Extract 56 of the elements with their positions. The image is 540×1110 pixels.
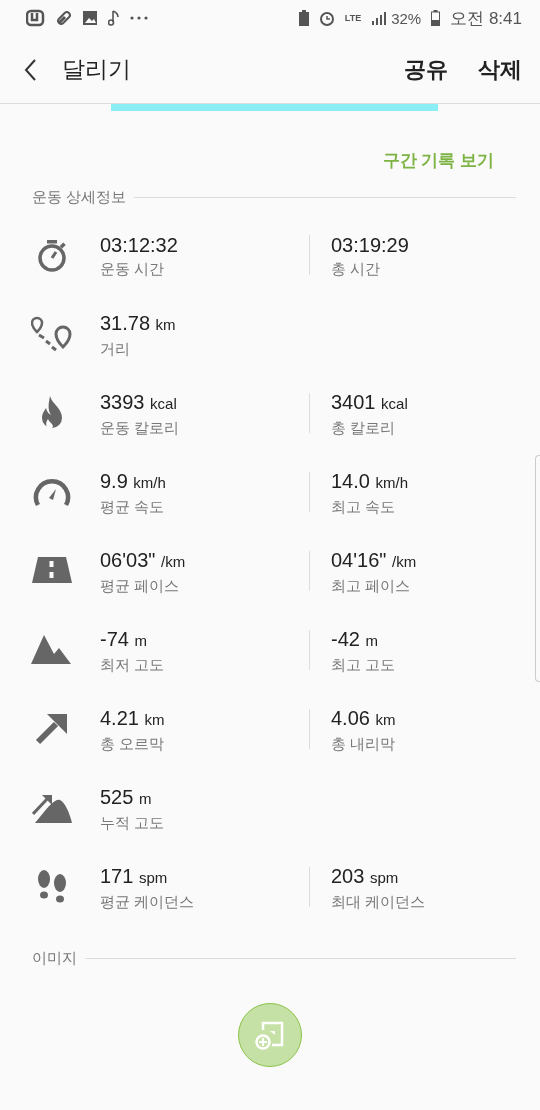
stat-value: 3393 kcal bbox=[100, 389, 177, 415]
stat-label: 총 시간 bbox=[331, 258, 381, 279]
pill-icon bbox=[56, 10, 72, 26]
network-type: LTE bbox=[344, 13, 362, 23]
section-title: 운동 상세정보 bbox=[32, 187, 127, 207]
stat-label: 평균 페이스 bbox=[100, 575, 180, 596]
add-image-icon bbox=[255, 1020, 285, 1050]
stat-value: -74 m bbox=[100, 626, 147, 652]
footprints-icon bbox=[35, 869, 69, 904]
arrow-icon bbox=[35, 711, 69, 746]
stat-value: 3401 kcal bbox=[331, 389, 408, 415]
stat-label: 최고 속도 bbox=[331, 496, 396, 517]
signal-icon bbox=[371, 11, 388, 25]
battery-percent: 32% bbox=[391, 9, 422, 27]
stat-label: 최고 페이스 bbox=[331, 575, 411, 596]
stat-value: 9.9 km/h bbox=[100, 468, 166, 494]
mountain-icon bbox=[31, 633, 73, 666]
stat-label: 최고 고도 bbox=[331, 654, 396, 675]
stat-value: -42 m bbox=[331, 626, 378, 652]
stat-value: 06'03" /km bbox=[100, 547, 186, 573]
stat-value: 03:12:32 bbox=[100, 232, 178, 258]
stat-label: 총 내리막 bbox=[331, 733, 396, 754]
stat-label: 최저 고도 bbox=[100, 654, 165, 675]
stat-label: 거리 bbox=[100, 338, 130, 359]
alarm-icon bbox=[318, 10, 335, 26]
stat-label: 총 오르막 bbox=[100, 733, 165, 754]
page-title: 달리기 bbox=[62, 55, 132, 84]
clock: 오전 8:41 bbox=[450, 7, 522, 30]
back-button[interactable] bbox=[24, 58, 36, 81]
stat-label: 누적 고도 bbox=[100, 812, 165, 833]
back-icon bbox=[24, 58, 36, 81]
stat-value: 14.0 km/h bbox=[331, 468, 408, 494]
image-icon bbox=[82, 10, 98, 26]
stat-value: 04'16" /km bbox=[331, 547, 417, 573]
route-icon bbox=[31, 315, 73, 352]
header-action[interactable]: 삭제 bbox=[478, 54, 522, 85]
stat-label: 최대 케이던스 bbox=[331, 891, 426, 912]
stat-label: 운동 시간 bbox=[100, 258, 165, 279]
road-icon bbox=[32, 556, 72, 585]
section-title: 이미지 bbox=[32, 948, 77, 968]
stat-label: 총 칼로리 bbox=[331, 417, 396, 438]
stat-value: 31.78 km bbox=[100, 310, 176, 336]
music-note-icon bbox=[108, 10, 120, 26]
stat-value: 525 m bbox=[100, 784, 152, 810]
battery-icon bbox=[431, 10, 441, 26]
stat-label: 평균 속도 bbox=[100, 496, 165, 517]
stat-value: 171 spm bbox=[100, 863, 168, 889]
stat-value: 203 spm bbox=[331, 863, 399, 889]
stat-value: 4.21 km bbox=[100, 705, 165, 731]
scroll-handle[interactable] bbox=[535, 455, 540, 682]
stat-value: 03:19:29 bbox=[331, 232, 409, 258]
stat-value: 4.06 km bbox=[331, 705, 396, 731]
stat-label: 평균 케이던스 bbox=[100, 891, 195, 912]
stat-label: 운동 칼로리 bbox=[100, 417, 180, 438]
more-icon bbox=[130, 16, 148, 20]
header-action[interactable]: 공유 bbox=[404, 54, 448, 85]
